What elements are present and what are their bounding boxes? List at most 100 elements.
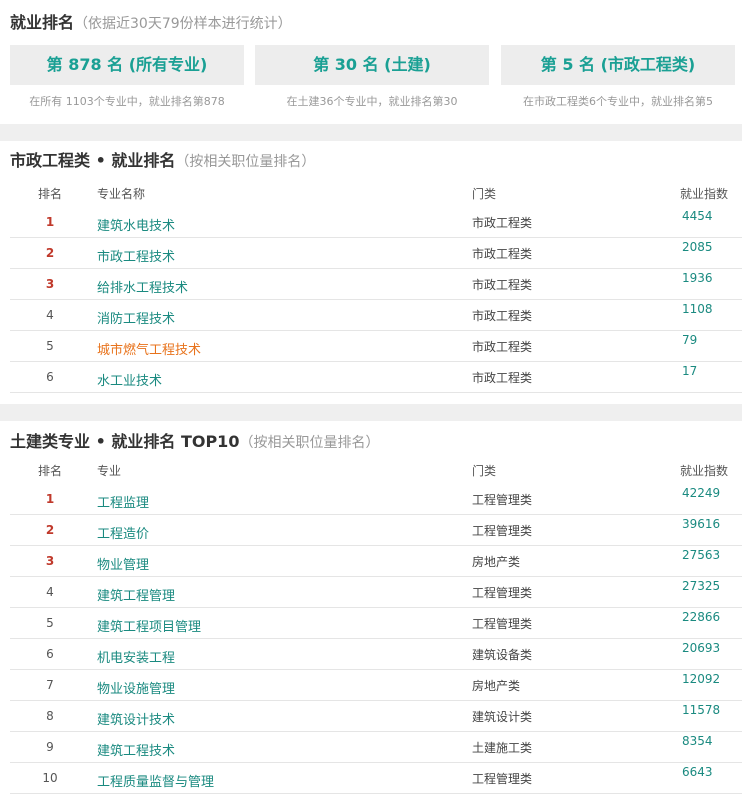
row-index: 20693 [682,641,721,655]
rank-card-desc: 在市政工程类6个专业中，就业排名第5 [523,95,713,108]
rank-card-civil: 第 30 名 (土建) 在土建36个专业中，就业排名第30 [255,45,489,115]
row-index: 1108 [682,302,713,316]
civil-top10-table: 1 工程监理 工程管理类 42249 2 工程造价 工程管理类 39616 3 … [10,484,742,794]
row-category: 建筑设备类 [472,648,533,662]
row-index: 11578 [682,703,721,717]
table-row: 1 工程监理 工程管理类 42249 [10,484,742,515]
row-index: 4454 [682,209,713,223]
table-row: 5 建筑工程项目管理 工程管理类 22866 [10,608,742,639]
major-link[interactable]: 工程质量监督与管理 [97,771,214,790]
row-rank: 5 [46,339,54,353]
row-rank: 5 [46,616,54,630]
table-row: 10 工程质量监督与管理 工程管理类 6643 [10,763,742,794]
major-link-current[interactable]: 城市燃气工程技术 [97,339,201,358]
table-row: 3 给排水工程技术 市政工程类 1936 [10,269,742,300]
major-link[interactable]: 水工业技术 [97,370,162,389]
table-row: 2 工程造价 工程管理类 39616 [10,515,742,546]
section-title-note: （按相关职位量排名） [239,435,380,451]
page-subtitle: （依据近30天79份样本进行统计） [74,16,292,32]
major-link[interactable]: 给排水工程技术 [97,277,188,296]
major-link[interactable]: 消防工程技术 [97,308,175,327]
row-index: 42249 [682,486,721,500]
row-category: 土建施工类 [472,741,533,755]
col-rank: 排名 [37,187,62,201]
row-rank: 3 [45,277,55,291]
row-rank: 9 [46,740,54,754]
row-index: 22866 [682,610,721,624]
col-category: 门类 [472,187,497,201]
col-name: 专业 [97,464,122,478]
section-title-municipal: 市政工程类 • 就业排名（按相关职位量排名） [10,150,315,172]
major-link[interactable]: 工程监理 [97,492,149,511]
table-row: 7 物业设施管理 房地产类 12092 [10,670,742,701]
row-category: 工程管理类 [472,617,533,631]
major-link[interactable]: 建筑工程管理 [97,585,175,604]
table-row-current: 5 城市燃气工程技术 市政工程类 79 [10,331,742,362]
table-row: 6 机电安装工程 建筑设备类 20693 [10,639,742,670]
row-rank: 1 [45,492,55,506]
row-index: 12092 [682,672,721,686]
section-title-civil-top10: 土建类专业 • 就业排名 TOP10（按相关职位量排名） [10,431,379,453]
row-rank: 10 [42,771,58,785]
major-link[interactable]: 建筑工程项目管理 [97,616,201,635]
major-link[interactable]: 物业管理 [97,554,149,573]
col-rank: 排名 [37,464,62,478]
section-divider [0,404,742,421]
row-index: 39616 [682,517,721,531]
table-row: 1 建筑水电技术 市政工程类 4454 [10,207,742,238]
row-category: 房地产类 [472,679,521,693]
row-rank: 3 [45,554,55,568]
row-rank: 6 [46,647,54,661]
major-link[interactable]: 市政工程技术 [97,246,175,265]
table-row: 6 水工业技术 市政工程类 17 [10,362,742,393]
row-index: 8354 [682,734,713,748]
row-index: 2085 [682,240,713,254]
row-rank: 4 [46,585,54,599]
major-link[interactable]: 工程造价 [97,523,149,542]
rank-card-municipal: 第 5 名 (市政工程类) 在市政工程类6个专业中，就业排名第5 [501,45,735,115]
major-link[interactable]: 建筑工程技术 [97,740,175,759]
rank-card-desc: 在土建36个专业中，就业排名第30 [286,95,458,108]
section-title-note: （按相关职位量排名） [175,154,316,170]
section-divider [0,124,742,141]
table-row: 8 建筑设计技术 建筑设计类 11578 [10,701,742,732]
rank-card-label: 第 30 名 (土建) [255,45,489,85]
row-category: 工程管理类 [472,493,533,507]
row-rank: 7 [46,678,54,692]
rank-card-all: 第 878 名 (所有专业) 在所有 1103个专业中，就业排名第878 [10,45,244,115]
row-index: 6643 [682,765,713,779]
municipal-rank-table: 1 建筑水电技术 市政工程类 4454 2 市政工程技术 市政工程类 2085 … [10,207,742,393]
row-rank: 2 [45,523,55,537]
major-link[interactable]: 建筑水电技术 [97,215,175,234]
row-category: 房地产类 [472,555,521,569]
col-category: 门类 [472,464,497,478]
row-category: 市政工程类 [472,216,533,230]
major-link[interactable]: 机电安装工程 [97,647,175,666]
rank-card-desc: 在所有 1103个专业中，就业排名第878 [29,95,225,108]
rank-card-label: 第 5 名 (市政工程类) [501,45,735,85]
row-index: 27325 [682,579,721,593]
table-header: 排名 专业 门类 就业指数 [10,462,742,482]
row-index: 1936 [682,271,713,285]
row-category: 工程管理类 [472,524,533,538]
row-category: 工程管理类 [472,772,533,786]
rank-card-label: 第 878 名 (所有专业) [10,45,244,85]
page-title: 就业排名 [10,13,75,32]
col-index: 就业指数 [680,464,729,478]
major-link[interactable]: 物业设施管理 [97,678,175,697]
table-row: 2 市政工程技术 市政工程类 2085 [10,238,742,269]
table-row: 3 物业管理 房地产类 27563 [10,546,742,577]
row-category: 工程管理类 [472,586,533,600]
row-rank: 2 [45,246,55,260]
row-index: 17 [682,364,698,378]
major-link[interactable]: 建筑设计技术 [97,709,175,728]
row-rank: 4 [46,308,54,322]
row-category: 市政工程类 [472,340,533,354]
row-category: 市政工程类 [472,371,533,385]
row-category: 市政工程类 [472,309,533,323]
table-header: 排名 专业名称 门类 就业指数 [10,185,742,205]
row-rank: 8 [46,709,54,723]
row-category: 建筑设计类 [472,710,533,724]
ranking-cards: 第 878 名 (所有专业) 在所有 1103个专业中，就业排名第878 第 3… [10,45,742,115]
table-row: 4 消防工程技术 市政工程类 1108 [10,300,742,331]
